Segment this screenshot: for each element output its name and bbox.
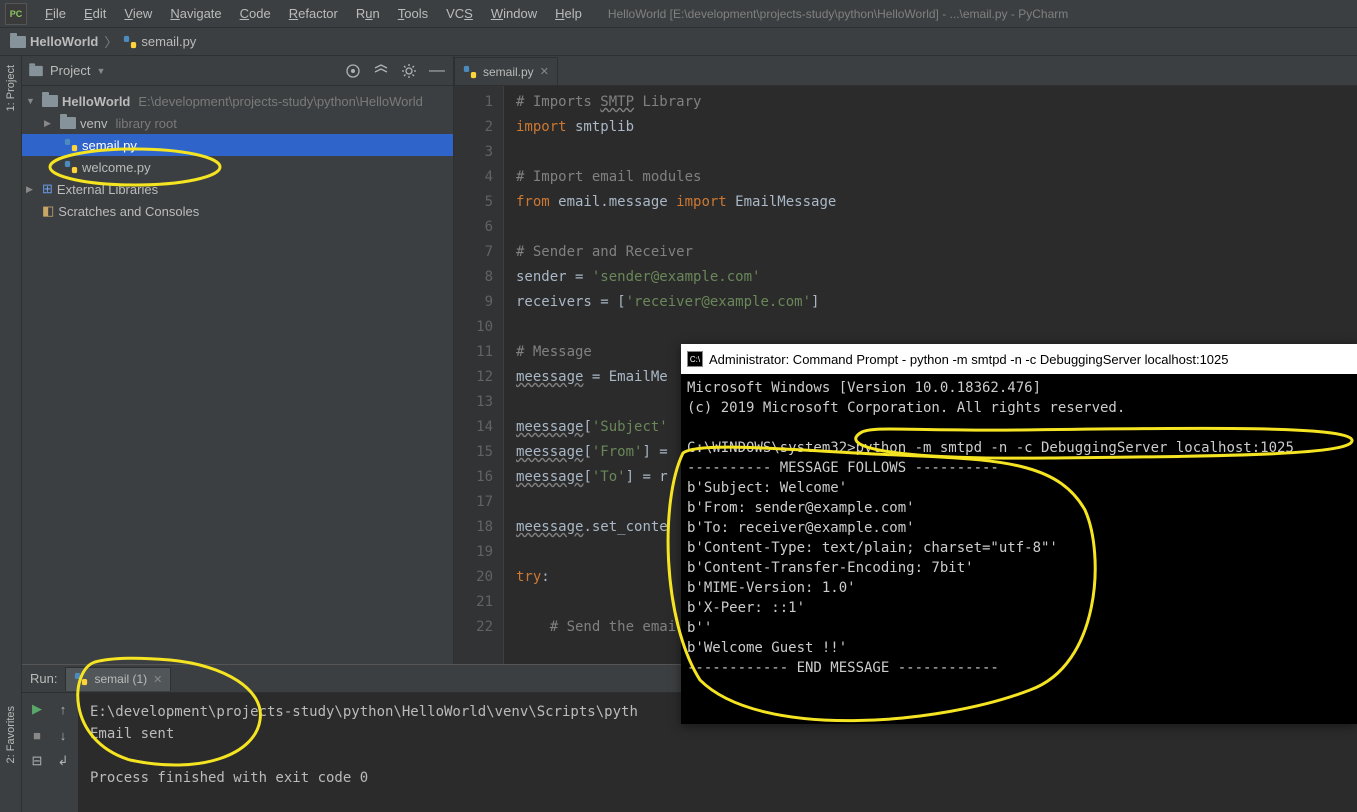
tree-scratches[interactable]: ◧ Scratches and Consoles <box>22 200 453 222</box>
tree-file-semail[interactable]: semail.py <box>22 134 453 156</box>
wrap-icon[interactable]: ↲ <box>53 751 73 771</box>
menu-navigate[interactable]: Navigate <box>162 3 229 24</box>
menu-window[interactable]: Window <box>483 3 545 24</box>
folder-icon <box>42 95 58 107</box>
run-label: Run: <box>30 671 57 686</box>
stop-icon[interactable]: ■ <box>27 725 47 745</box>
menu-file[interactable]: File <box>37 3 74 24</box>
menu-help[interactable]: Help <box>547 3 590 24</box>
tree-venv-hint: library root <box>115 116 176 131</box>
menu-view[interactable]: View <box>116 3 160 24</box>
chevron-right-icon: ▶ <box>44 118 56 129</box>
menu-tools[interactable]: Tools <box>390 3 436 24</box>
editor-tabbar: semail.py ✕ <box>454 56 1357 86</box>
folder-icon <box>10 36 26 48</box>
breadcrumb-project[interactable]: HelloWorld <box>30 34 98 49</box>
locate-icon[interactable] <box>343 61 363 81</box>
tree-root[interactable]: ▼ HelloWorld E:\development\projects-stu… <box>22 90 453 112</box>
tree-file-welcome[interactable]: welcome.py <box>22 156 453 178</box>
cmd-output[interactable]: Microsoft Windows [Version 10.0.18362.47… <box>681 374 1357 682</box>
cmd-title-text: Administrator: Command Prompt - python -… <box>709 352 1229 367</box>
python-file-icon <box>74 672 88 686</box>
dropdown-icon[interactable]: ▼ <box>96 66 105 76</box>
chevron-right-icon: ▶ <box>26 184 38 195</box>
down-icon[interactable]: ↓ <box>53 725 73 745</box>
tree-file-label: semail.py <box>82 138 137 153</box>
tree-file-label: welcome.py <box>82 160 151 175</box>
scratches-icon: ◧ <box>42 203 54 219</box>
cmd-icon: C:\ <box>687 351 703 367</box>
run-toolbar: ▶ ↑ ■ ↓ ⊟ ↲ <box>22 693 78 812</box>
breadcrumb-file[interactable]: semail.py <box>141 34 196 49</box>
tab-label: semail.py <box>483 65 534 79</box>
tree-external-libs[interactable]: ▶ ⊞ External Libraries <box>22 178 453 200</box>
menu-edit[interactable]: Edit <box>76 3 114 24</box>
tool-tab-favorites[interactable]: 2: Favorites <box>2 697 20 772</box>
left-tool-stripe: 1: Project 2: Favorites <box>0 56 22 812</box>
window-title: HelloWorld [E:\development\projects-stud… <box>608 7 1068 21</box>
menu-refactor[interactable]: Refactor <box>281 3 346 24</box>
up-icon[interactable]: ↑ <box>53 699 73 719</box>
tool-tab-project[interactable]: 1: Project <box>2 56 20 120</box>
tree-root-path: E:\development\projects-study\python\Hel… <box>138 94 422 109</box>
close-icon[interactable]: ✕ <box>153 673 162 686</box>
collapse-all-icon[interactable] <box>371 61 391 81</box>
cmd-titlebar[interactable]: C:\ Administrator: Command Prompt - pyth… <box>681 344 1357 374</box>
gear-icon[interactable] <box>399 61 419 81</box>
python-file-icon <box>463 65 477 79</box>
menu-run[interactable]: Run <box>348 3 388 24</box>
run-tab-label: semail (1) <box>94 672 147 686</box>
python-file-icon <box>64 160 78 174</box>
command-prompt-window[interactable]: C:\ Administrator: Command Prompt - pyth… <box>681 344 1357 724</box>
tree-scratches-label: Scratches and Consoles <box>58 204 199 219</box>
menu-code[interactable]: Code <box>232 3 279 24</box>
pycharm-logo-icon: PC <box>5 3 27 25</box>
folder-icon <box>29 65 43 75</box>
tree-extlib-label: External Libraries <box>57 182 158 197</box>
libraries-icon: ⊞ <box>42 181 53 197</box>
hide-icon[interactable]: — <box>427 61 447 81</box>
project-panel-header: Project ▼ — <box>22 56 453 86</box>
run-tab[interactable]: semail (1) ✕ <box>65 667 171 691</box>
python-file-icon <box>123 35 137 49</box>
tree-venv[interactable]: ▶ venv library root <box>22 112 453 134</box>
breadcrumb: HelloWorld 〉 semail.py <box>0 28 1357 56</box>
project-panel-title[interactable]: Project <box>50 63 90 78</box>
editor-tab-semail[interactable]: semail.py ✕ <box>454 57 558 85</box>
rerun-icon[interactable]: ▶ <box>27 699 47 719</box>
menu-vcs[interactable]: VCS <box>438 3 481 24</box>
tree-root-label: HelloWorld <box>62 94 130 109</box>
python-file-icon <box>64 138 78 152</box>
menubar: PC File Edit View Navigate Code Refactor… <box>0 0 1357 28</box>
folder-icon <box>60 117 76 129</box>
close-icon[interactable]: ✕ <box>540 65 549 78</box>
chevron-right-icon: 〉 <box>104 32 117 51</box>
chevron-down-icon: ▼ <box>26 96 38 106</box>
tree-venv-label: venv <box>80 116 107 131</box>
layout-icon[interactable]: ⊟ <box>27 751 47 771</box>
